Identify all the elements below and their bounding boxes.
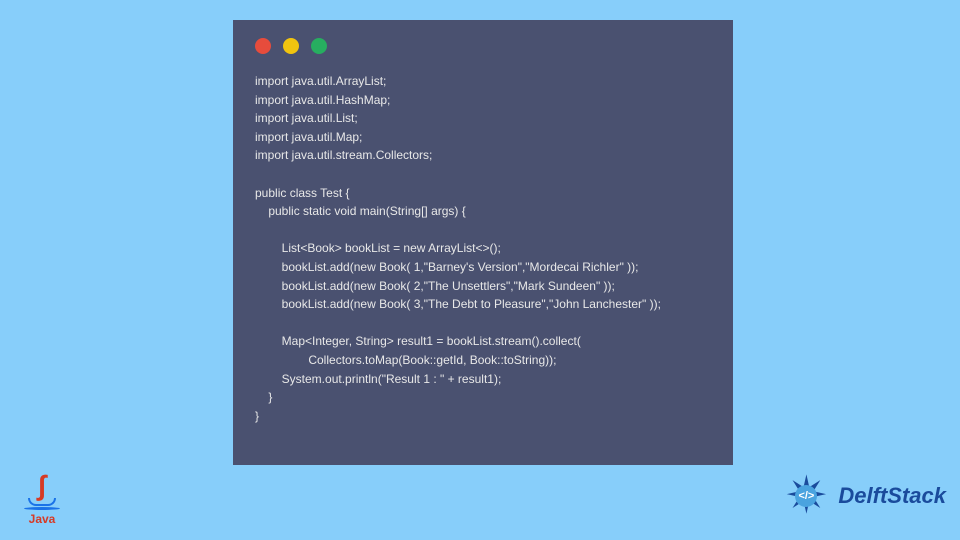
delftstack-icon-text: </> (795, 485, 817, 507)
code-block: import java.util.ArrayList; import java.… (255, 72, 711, 425)
java-logo: ∫ Java (18, 476, 66, 526)
maximize-icon (311, 38, 327, 54)
delftstack-logo-text: DelftStack (838, 483, 946, 509)
java-cup-icon (28, 498, 56, 506)
minimize-icon (283, 38, 299, 54)
java-steam-icon: ∫ (38, 476, 46, 496)
code-window: import java.util.ArrayList; import java.… (233, 20, 733, 465)
java-saucer-icon (24, 507, 60, 510)
window-controls (255, 38, 711, 54)
java-logo-text: Java (29, 512, 56, 526)
close-icon (255, 38, 271, 54)
delftstack-logo: ✷ </> DelftStack (778, 468, 946, 524)
delftstack-icon: ✷ </> (778, 468, 834, 524)
